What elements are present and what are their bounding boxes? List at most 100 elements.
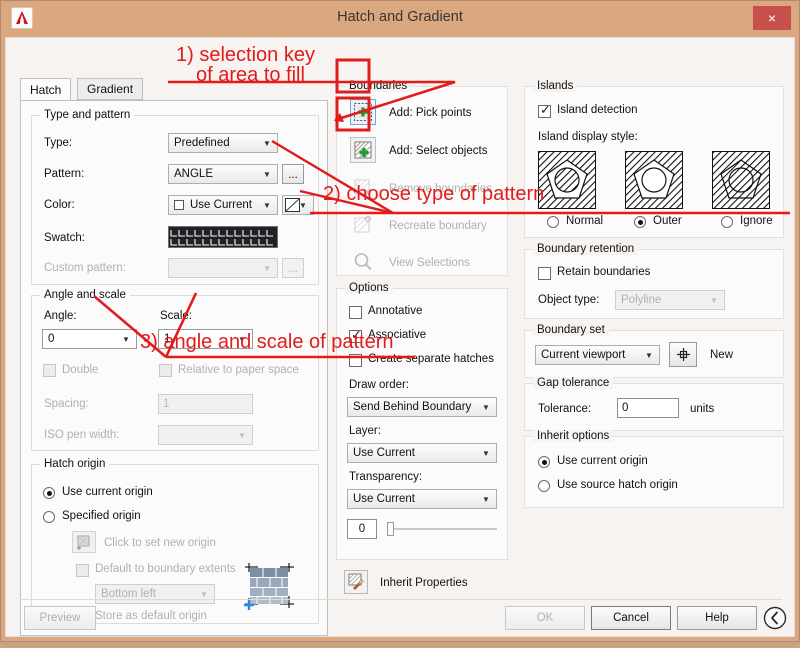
boundaries-item-label-4: View Selections: [389, 257, 470, 269]
help-button[interactable]: Help: [677, 606, 757, 630]
close-icon[interactable]: ×: [753, 6, 791, 30]
iso-pen-width-label: ISO pen width:: [44, 429, 120, 441]
island-style-label-0: Normal: [566, 215, 604, 227]
chevron-down-icon: ▼: [645, 350, 653, 360]
gap-tolerance-group: Gap tolerance Tolerance: 0 units: [524, 377, 784, 431]
pattern-select[interactable]: ANGLE ▼: [168, 164, 278, 184]
custom-pattern-browse-button: ...: [282, 258, 304, 278]
check-icon: ✓: [351, 327, 362, 342]
boundary-set-value: Current viewport: [541, 349, 626, 361]
use-current-origin-radio[interactable]: [43, 487, 55, 499]
transparency-slider-track[interactable]: [389, 528, 497, 530]
chevron-down-icon: ▼: [263, 169, 271, 179]
color-label: Color:: [44, 199, 75, 211]
pattern-browse-button[interactable]: ...: [282, 164, 304, 184]
ok-button: OK: [505, 606, 585, 630]
use-current-origin-label: Use current origin: [62, 486, 153, 498]
chevron-left-circle-icon[interactable]: [763, 606, 787, 630]
units-label: units: [690, 403, 715, 415]
islands-group: Islands ✓ Island detection Island displa…: [524, 80, 784, 238]
boundaries-item-label-0: Add: Pick points: [389, 107, 472, 119]
radio-dot: [541, 459, 547, 465]
cancel-button[interactable]: Cancel: [591, 606, 671, 630]
hatch-origin-label: Hatch origin: [40, 458, 110, 470]
new-boundary-set-label[interactable]: New: [710, 349, 733, 361]
angle-value: 0: [48, 333, 55, 345]
island-display-style-label: Island display style:: [538, 131, 638, 143]
draw-order-value: Send Behind Boundary: [353, 401, 472, 413]
pattern-swatch[interactable]: [168, 226, 278, 248]
hatch-color-select[interactable]: ▼: [282, 195, 314, 215]
pattern-label: Pattern:: [44, 168, 85, 180]
options-group: Options Annotative ✓ Associative Create …: [336, 282, 508, 560]
inherit-properties-brush-icon: [344, 570, 368, 594]
annotative-checkbox[interactable]: [349, 306, 362, 319]
island-outer-radio[interactable]: [634, 216, 646, 228]
island-ignore-radio[interactable]: [721, 216, 733, 228]
inherit-use-source-origin-radio[interactable]: [538, 480, 550, 492]
boundaries-group: Boundaries Add: Pick points Add: Select …: [336, 80, 508, 276]
boundary-retention-label: Boundary retention: [533, 243, 639, 255]
island-detection-checkbox[interactable]: ✓: [538, 102, 551, 118]
title-bar: Hatch and Gradient ×: [1, 1, 799, 37]
color-value: Use Current: [190, 199, 252, 211]
tab-hatch[interactable]: Hatch: [20, 78, 72, 102]
type-select[interactable]: Predefined ▼: [168, 133, 278, 153]
inherit-options-label: Inherit options: [533, 430, 614, 442]
associative-label: Associative: [368, 329, 427, 341]
layer-select[interactable]: Use Current ▼: [347, 443, 497, 463]
specified-origin-radio[interactable]: [43, 511, 55, 523]
custom-pattern-select: ▼: [168, 258, 278, 278]
transparency-value: Use Current: [353, 493, 415, 505]
angle-label: Angle:: [44, 310, 77, 322]
draw-order-select[interactable]: Send Behind Boundary ▼: [347, 397, 497, 417]
retain-boundaries-checkbox[interactable]: [538, 267, 551, 280]
layer-label: Layer:: [349, 425, 381, 437]
chevron-down-icon: ▼: [238, 430, 246, 440]
island-outer-icon[interactable]: [625, 151, 683, 209]
island-style-label-1: Outer: [653, 215, 682, 227]
page-title: Hatch and Gradient: [337, 9, 463, 25]
crosshair-pick-icon[interactable]: [669, 342, 697, 367]
inherit-use-current-origin-radio[interactable]: [538, 456, 550, 468]
chevron-down-icon: ▼: [482, 402, 490, 412]
boundary-set-group: Boundary set Current viewport ▼ New: [524, 324, 784, 378]
tab-gradient[interactable]: Gradient: [77, 78, 144, 100]
boundary-set-select[interactable]: Current viewport ▼: [535, 345, 660, 365]
color-swatch-box: [174, 200, 184, 210]
separate-hatches-checkbox[interactable]: [349, 354, 362, 367]
island-normal-radio[interactable]: [547, 216, 559, 228]
layer-value: Use Current: [353, 447, 415, 459]
transparency-select[interactable]: Use Current ▼: [347, 489, 497, 509]
check-icon: ✓: [540, 102, 551, 117]
transparency-slider-thumb[interactable]: [387, 522, 394, 536]
associative-checkbox[interactable]: ✓: [349, 327, 362, 343]
type-and-pattern-label: Type and pattern: [40, 109, 135, 121]
color-select[interactable]: Use Current ▼: [168, 195, 278, 215]
island-normal-icon[interactable]: [538, 151, 596, 209]
draw-order-label: Draw order:: [349, 379, 410, 391]
dialog-client-area: Hatch Gradient Type and pattern Type: Pr…: [5, 37, 795, 637]
annotative-label: Annotative: [368, 305, 423, 317]
tolerance-input[interactable]: 0: [617, 398, 679, 418]
scale-value: 1: [164, 333, 171, 345]
spacing-label: Spacing:: [44, 398, 89, 410]
transparency-number-input[interactable]: 0: [347, 519, 377, 539]
island-ignore-icon[interactable]: [712, 151, 770, 209]
scale-input[interactable]: 1 ▼: [158, 329, 253, 349]
chevron-down-icon: ▼: [122, 334, 130, 344]
recreate-boundary-icon: [350, 212, 376, 238]
angle-input[interactable]: 0 ▼: [42, 329, 137, 349]
select-objects-icon[interactable]: [350, 137, 376, 163]
chevron-down-icon: ▼: [482, 448, 490, 458]
type-value: Predefined: [174, 137, 230, 149]
pattern-value: ANGLE: [174, 168, 213, 180]
options-label: Options: [345, 282, 393, 294]
default-boundary-extents-label: Default to boundary extents: [95, 563, 236, 575]
click-to-set-origin-label: Click to set new origin: [104, 537, 216, 549]
chevron-down-icon: ▼: [482, 494, 490, 504]
pick-points-icon[interactable]: [350, 99, 376, 125]
boundaries-item-label-1: Add: Select objects: [389, 145, 488, 157]
chevron-down-icon: ▼: [710, 295, 718, 305]
chevron-down-icon: ▼: [263, 263, 271, 273]
